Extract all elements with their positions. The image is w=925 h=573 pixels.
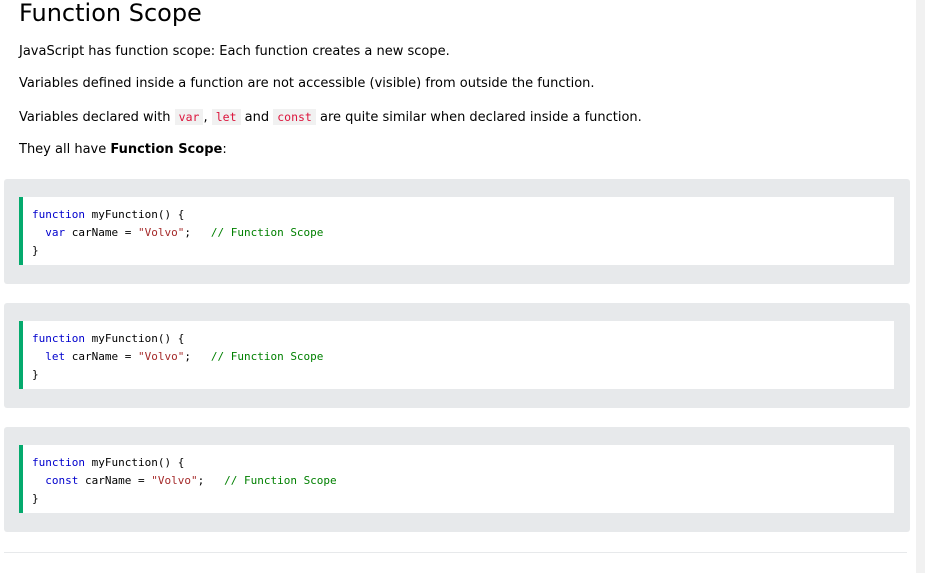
code-keyword: function (32, 332, 85, 345)
code-example-const: function myFunction() { const carName = … (4, 427, 910, 532)
code-keyword: let (45, 350, 66, 363)
code-line: const carName = "Volvo"; // Function Sco… (32, 472, 894, 490)
code-text: myFunction() { (84, 208, 185, 221)
paragraph-text: , (203, 110, 212, 125)
paragraph-text: and (240, 110, 274, 125)
code-text: carName = (78, 474, 152, 487)
paragraph-text: are quite similar when declared inside a… (315, 110, 642, 125)
code-comment: // Function Scope (224, 474, 337, 487)
inline-code-const: const (273, 109, 316, 125)
code-keyword: function (32, 208, 85, 221)
code-text: ; (184, 350, 211, 363)
code-text: } (32, 368, 39, 381)
code-block[interactable]: function myFunction() { var carName = "V… (19, 197, 894, 265)
code-keyword: function (32, 456, 85, 469)
visibility-paragraph: Variables defined inside a function are … (19, 76, 595, 91)
code-text: } (32, 492, 39, 505)
code-keyword: var (45, 226, 66, 239)
code-example-let: function myFunction() { let carName = "V… (4, 303, 910, 408)
code-line: function myFunction() { (32, 454, 894, 472)
paragraph-text: They all have (19, 142, 111, 157)
function-scope-paragraph: They all have Function Scope: (19, 141, 227, 159)
code-string: "Volvo" (137, 350, 185, 363)
paragraph-text: Variables declared with (19, 110, 175, 125)
code-comment: // Function Scope (210, 226, 324, 239)
code-text: ; (197, 474, 225, 487)
code-example-var: function myFunction() { var carName = "V… (4, 179, 910, 284)
code-line: } (32, 490, 894, 508)
code-text: myFunction() { (84, 332, 185, 345)
declaration-paragraph: Variables declared with var, let and con… (19, 108, 642, 127)
code-text: carName = (65, 350, 138, 363)
code-keyword: const (45, 474, 79, 487)
inline-code-var: var (174, 109, 204, 125)
code-line: function myFunction() { (32, 330, 894, 348)
code-block[interactable]: function myFunction() { const carName = … (19, 445, 894, 513)
code-text: ; (184, 226, 211, 239)
code-line: let carName = "Volvo"; // Function Scope (32, 348, 894, 366)
code-block[interactable]: function myFunction() { let carName = "V… (19, 321, 894, 389)
code-line: var carName = "Volvo"; // Function Scope (32, 224, 894, 242)
code-string: "Volvo" (151, 474, 198, 487)
code-comment: // Function Scope (210, 350, 324, 363)
code-line: } (32, 366, 894, 384)
code-string: "Volvo" (137, 226, 185, 239)
page-title: Function Scope (19, 0, 202, 27)
function-scope-bold: Function Scope (110, 142, 223, 157)
intro-paragraph: JavaScript has function scope: Each func… (19, 44, 450, 59)
paragraph-text: : (222, 142, 227, 157)
page-scrollbar[interactable] (916, 0, 925, 573)
code-text: myFunction() { (84, 456, 185, 469)
code-text: } (32, 244, 39, 257)
code-text: carName = (65, 226, 138, 239)
inline-code-let: let (211, 109, 241, 125)
code-line: function myFunction() { (32, 206, 894, 224)
section-divider (4, 552, 907, 553)
code-line: } (32, 242, 894, 260)
